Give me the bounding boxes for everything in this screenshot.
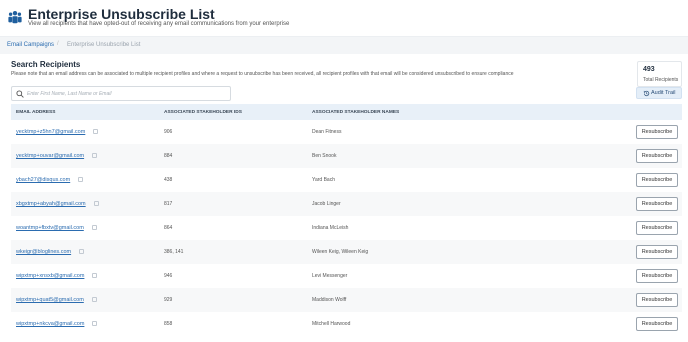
compliance-note: Please note that an email address can be…: [11, 71, 514, 77]
stakeholder-ids: 929: [164, 297, 173, 303]
recipient-email-link[interactable]: xbgxtmp+abyah@gmail.com: [16, 201, 86, 207]
resubscribe-button[interactable]: Resubscribe: [636, 245, 678, 259]
recipient-email-link[interactable]: yecktmp+z5hn7@gmail.com: [16, 129, 85, 135]
resubscribe-button[interactable]: Resubscribe: [636, 293, 678, 307]
table-row: ybach27@disqus.com 438 Yard Bach Resubscrib…: [11, 168, 682, 192]
table-row: woantmp+fbxtv@gmail.com 864 Indiana McLeis…: [11, 216, 682, 240]
resubscribe-button[interactable]: Resubscribe: [636, 269, 678, 283]
stakeholder-ids: 858: [164, 321, 173, 327]
copy-icon[interactable]: [78, 177, 83, 182]
resubscribe-button[interactable]: Resubscribe: [636, 317, 678, 331]
stakeholder-ids: 946: [164, 273, 173, 279]
copy-icon[interactable]: [92, 297, 97, 302]
resubscribe-button[interactable]: Resubscribe: [636, 125, 678, 139]
stakeholder-ids: 864: [164, 225, 173, 231]
copy-icon[interactable]: [94, 201, 99, 206]
total-recipients-label: Total Recipients: [643, 77, 679, 83]
search-field[interactable]: [11, 86, 231, 101]
recipient-email-link[interactable]: woantmp+fbxtv@gmail.com: [16, 225, 84, 231]
search-input[interactable]: [27, 89, 225, 99]
total-recipients-card: 493 Total Recipients: [637, 61, 682, 87]
stakeholder-names: Jacob Linger: [312, 201, 341, 207]
stakeholder-ids: 884: [164, 153, 173, 159]
copy-icon[interactable]: [92, 225, 97, 230]
copy-icon[interactable]: [92, 273, 97, 278]
stakeholder-names: Levi Messenger: [312, 273, 348, 279]
recipient-email-link[interactable]: yecktmp+ouvar@gmail.com: [16, 153, 84, 159]
copy-icon[interactable]: [92, 153, 97, 158]
stakeholder-names: Mitchell Harwood: [312, 321, 351, 327]
audit-trail-label: Audit Trail: [651, 90, 676, 96]
total-recipients-count: 493: [643, 66, 655, 73]
recipient-email-link[interactable]: wkeigr@bloglines.com: [16, 249, 71, 255]
stakeholder-names: Wileen Keig, Wileen Keig: [312, 249, 369, 255]
table-row: wipxtmp+nkcva@gmail.com 858 Mitchell Harwo…: [11, 312, 682, 336]
page-title: Enterprise Unsubscribe List: [28, 6, 215, 22]
column-stakeholder-names: Associated Stakeholder Names: [312, 110, 400, 115]
table-row: yecktmp+z5hn7@gmail.com 906 Dean Fitness Re…: [11, 120, 682, 144]
recipient-email-link[interactable]: wipxtmp+xnsxb@gmail.com: [16, 273, 84, 279]
resubscribe-button[interactable]: Resubscribe: [636, 197, 678, 211]
copy-icon[interactable]: [92, 321, 97, 326]
copy-icon[interactable]: [93, 129, 98, 134]
table-row: yecktmp+ouvar@gmail.com 884 Ben Snook Resub…: [11, 144, 682, 168]
page-header: Enterprise Unsubscribe List View all rec…: [0, 0, 688, 36]
recipient-email-link[interactable]: ybach27@disqus.com: [16, 177, 70, 183]
stakeholder-names: Dean Fitness: [312, 129, 342, 135]
table-row: wipxtmp+xnsxb@gmail.com 946 Levi Messenger…: [11, 264, 682, 288]
resubscribe-button[interactable]: Resubscribe: [636, 173, 678, 187]
table-row: xbgxtmp+abyah@gmail.com 817 Jacob Linger Re…: [11, 192, 682, 216]
history-icon: [643, 90, 650, 97]
table-row: wkeigr@bloglines.com 386, 141 Wileen Keig,…: [11, 240, 682, 264]
audit-trail-button[interactable]: Audit Trail: [636, 87, 682, 99]
stakeholder-ids: 438: [164, 177, 173, 183]
people-group-icon: [8, 11, 22, 24]
breadcrumb: Email Campaigns / Enterprise Unsubscribe…: [0, 36, 688, 54]
column-stakeholder-ids: Associated Stakeholder IDs: [164, 110, 242, 115]
stakeholder-names: Yard Bach: [312, 177, 335, 183]
stakeholder-names: Indiana McLeish: [312, 225, 349, 231]
resubscribe-button[interactable]: Resubscribe: [636, 149, 678, 163]
table-header: Email Address Associated Stakeholder IDs…: [11, 104, 682, 120]
stakeholder-ids: 906: [164, 129, 173, 135]
copy-icon[interactable]: [79, 249, 84, 254]
stakeholder-ids: 386, 141: [164, 249, 184, 255]
stakeholder-ids: 817: [164, 201, 173, 207]
main-panel: Search Recipients Please note that an em…: [0, 54, 688, 342]
stakeholder-names: Maddison Wolff: [312, 297, 347, 303]
page-subtitle: View all recipients that have opted-out …: [28, 21, 290, 27]
recipient-email-link[interactable]: wipxtmp+nkcva@gmail.com: [16, 321, 84, 327]
breadcrumb-separator: /: [57, 41, 59, 47]
search-icon: [16, 90, 24, 98]
column-email-address: Email Address: [16, 110, 56, 115]
breadcrumb-current: Enterprise Unsubscribe List: [67, 42, 141, 48]
search-title: Search Recipients: [11, 60, 81, 69]
stakeholder-names: Ben Snook: [312, 153, 337, 159]
recipient-email-link[interactable]: wipxtmp+quat5@gmail.com: [16, 297, 84, 303]
resubscribe-button[interactable]: Resubscribe: [636, 221, 678, 235]
table-row: wipxtmp+quat5@gmail.com 929 Maddison Wolff…: [11, 288, 682, 312]
breadcrumb-email-campaigns[interactable]: Email Campaigns: [7, 42, 54, 48]
